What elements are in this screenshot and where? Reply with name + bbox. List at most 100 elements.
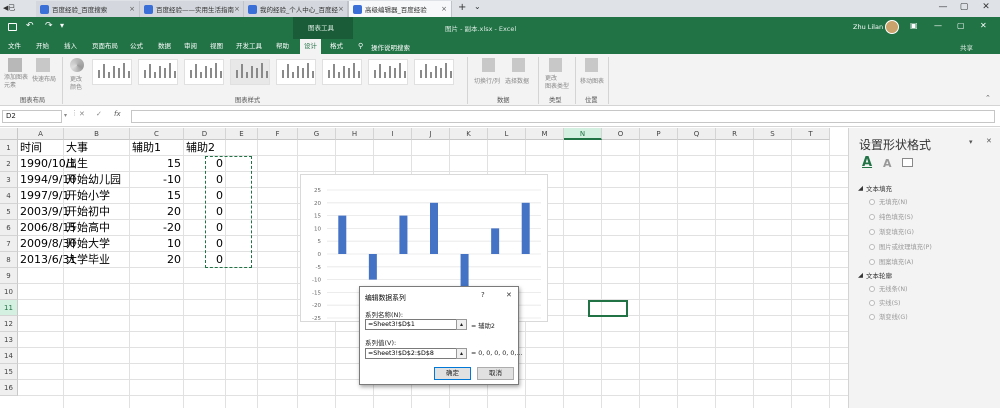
browser-tab[interactable]: 百度经验_百度搜索 ×	[36, 1, 140, 17]
help-icon[interactable]: ?	[481, 291, 485, 299]
row-header-7[interactable]: 7	[0, 236, 18, 252]
cell-c5[interactable]: 20	[132, 204, 181, 220]
cell-c6[interactable]: -20	[132, 220, 181, 236]
cell-b5[interactable]: 开始初中	[66, 204, 110, 220]
tab-view[interactable]: 视图	[206, 39, 227, 54]
cancel-icon[interactable]: ✕	[79, 110, 85, 118]
row-header-13[interactable]: 13	[0, 332, 18, 348]
cancel-button[interactable]: 取消	[477, 367, 514, 380]
chart-style-thumbnail[interactable]	[276, 59, 316, 85]
back-button[interactable]: ◀已	[3, 3, 15, 13]
row-header-16[interactable]: 16	[0, 380, 18, 396]
cell-a4[interactable]: 1997/9/1	[20, 188, 69, 204]
section-text-fill[interactable]: 文本填充	[866, 183, 892, 193]
column-header-g[interactable]: G	[298, 128, 336, 140]
row-header-4[interactable]: 4	[0, 188, 18, 204]
fill-option[interactable]: 图案填充(A)	[869, 257, 913, 266]
cell-b1[interactable]: 大事	[66, 140, 88, 156]
enter-icon[interactable]: ✓	[96, 110, 102, 118]
radio-button[interactable]	[869, 300, 875, 306]
close-icon[interactable]: ✕	[506, 291, 512, 299]
share-button[interactable]: 共享	[960, 42, 973, 52]
row-header-11[interactable]: 11	[0, 300, 18, 316]
switch-row-column-button[interactable]: 切换行/列	[474, 76, 500, 85]
cell-a5[interactable]: 2003/9/1	[20, 204, 69, 220]
series-name-input[interactable]: =Sheet3!$D$1	[365, 319, 461, 330]
cell-a2[interactable]: 1990/10/1	[20, 156, 76, 172]
close-icon[interactable]: ×	[234, 5, 240, 13]
cell-d1[interactable]: 辅助2	[186, 140, 215, 156]
collapse-range-icon[interactable]: ▴	[456, 348, 467, 359]
tab-design[interactable]: 设计	[300, 39, 321, 54]
move-chart-icon[interactable]	[585, 58, 598, 72]
column-header-c[interactable]: C	[130, 128, 184, 140]
row-header-9[interactable]: 9	[0, 268, 18, 284]
tab-formulas[interactable]: 公式	[126, 39, 147, 54]
row-header-15[interactable]: 15	[0, 364, 18, 380]
maximize-button[interactable]: ▢	[956, 2, 972, 12]
close-icon[interactable]: ✕	[980, 21, 987, 30]
collapse-range-icon[interactable]: ▴	[456, 319, 467, 330]
close-icon[interactable]: ✕	[986, 137, 992, 145]
tab-help[interactable]: 帮助	[272, 39, 293, 54]
textbox-icon[interactable]	[902, 158, 913, 167]
row-header-10[interactable]: 10	[0, 284, 18, 300]
cell-b2[interactable]: 出生	[66, 156, 88, 172]
chart-bar[interactable]	[338, 215, 347, 254]
ribbon-display-icon[interactable]: ▣	[910, 21, 918, 30]
browser-tab-active[interactable]: 高级编辑器_百度经验 ×	[348, 1, 452, 17]
column-header-s[interactable]: S	[754, 128, 792, 140]
tab-insert[interactable]: 插入	[60, 39, 81, 54]
add-chart-element-icon[interactable]	[8, 58, 22, 72]
select-data-icon[interactable]	[512, 58, 525, 72]
insert-function-icon[interactable]: fx	[114, 110, 121, 118]
user-name[interactable]: Zhu Lilan	[853, 23, 883, 31]
column-header-l[interactable]: L	[488, 128, 526, 140]
row-header-14[interactable]: 14	[0, 348, 18, 364]
row-header-12[interactable]: 12	[0, 316, 18, 332]
chart-bar[interactable]	[399, 215, 408, 254]
move-chart-button[interactable]: 移动图表	[580, 76, 604, 85]
browser-tab[interactable]: 我的经验_个人中心_百度经 ×	[244, 1, 348, 17]
column-header-a[interactable]: A	[18, 128, 64, 140]
cell-a7[interactable]: 2009/8/30	[20, 236, 76, 252]
cell-c4[interactable]: 15	[132, 188, 181, 204]
cell-b6[interactable]: 开始高中	[66, 220, 110, 236]
chart-bar[interactable]	[368, 254, 377, 280]
radio-button[interactable]	[869, 199, 875, 205]
radio-button[interactable]	[869, 286, 875, 292]
radio-button[interactable]	[869, 314, 875, 320]
palette-icon[interactable]	[70, 58, 84, 72]
text-fill-outline-icon[interactable]: A	[862, 155, 872, 170]
row-header-8[interactable]: 8	[0, 252, 18, 268]
tab-home[interactable]: 开始	[32, 39, 53, 54]
cell-c1[interactable]: 辅助1	[132, 140, 161, 156]
add-chart-element-button[interactable]: 添加图表 元素	[4, 74, 28, 90]
column-header-r[interactable]: R	[716, 128, 754, 140]
row-header-5[interactable]: 5	[0, 204, 18, 220]
cell-b7[interactable]: 开始大学	[66, 236, 110, 252]
name-box-dropdown-icon[interactable]: ▾	[64, 112, 67, 119]
collapse-ribbon-icon[interactable]: ⌃	[985, 94, 991, 102]
cell-a8[interactable]: 2013/6/31	[20, 252, 76, 268]
fill-option[interactable]: 无填充(N)	[869, 197, 908, 206]
new-tab-button[interactable]: +	[458, 2, 466, 13]
cell-c3[interactable]: -10	[132, 172, 181, 188]
tell-me-search[interactable]: 操作说明搜索	[371, 42, 410, 52]
fill-option[interactable]: 纯色填充(S)	[869, 212, 913, 221]
tab-file[interactable]: 文件	[4, 39, 25, 54]
cell-c8[interactable]: 20	[132, 252, 181, 268]
cell-c2[interactable]: 15	[132, 156, 181, 172]
cell-b3[interactable]: 开始幼儿园	[66, 172, 121, 188]
series-values-input[interactable]: =Sheet3!$D$2:$D$8	[365, 348, 461, 359]
formula-input[interactable]	[131, 110, 995, 123]
cell-a1[interactable]: 时间	[20, 140, 42, 156]
section-text-outline[interactable]: 文本轮廓	[866, 270, 892, 280]
cell-b8[interactable]: 大学毕业	[66, 252, 110, 268]
radio-button[interactable]	[869, 214, 875, 220]
chart-style-thumbnail[interactable]	[322, 59, 362, 85]
chart-style-thumbnail[interactable]	[414, 59, 454, 85]
save-icon[interactable]	[8, 23, 17, 31]
column-header-p[interactable]: P	[640, 128, 678, 140]
chart-bar[interactable]	[491, 228, 500, 254]
